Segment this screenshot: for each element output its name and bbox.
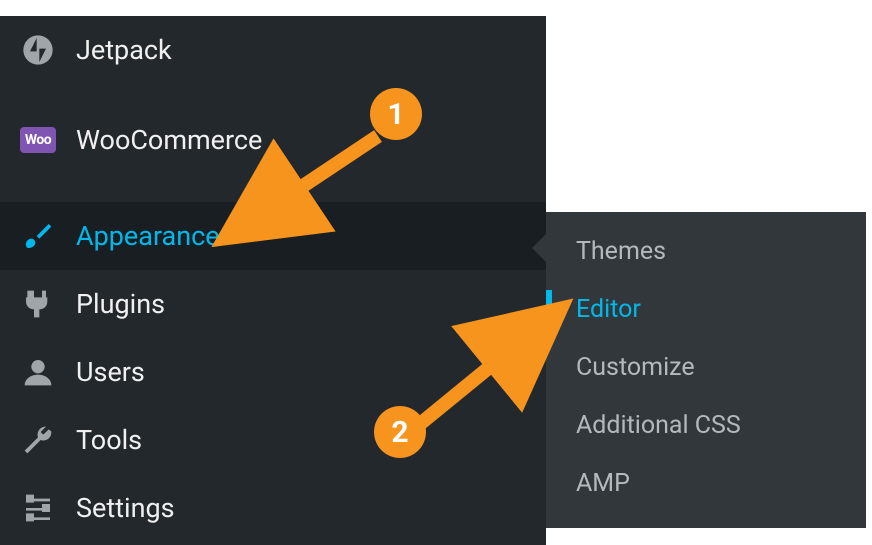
sidebar-item-label: Settings: [76, 492, 175, 524]
user-icon: [20, 354, 56, 390]
submenu-item-amp[interactable]: AMP: [546, 454, 866, 512]
sliders-icon: [20, 490, 56, 526]
admin-sidebar: Jetpack Woo WooCommerce Appearance Plugi…: [0, 16, 546, 545]
submenu-item-editor[interactable]: Editor: [546, 280, 866, 338]
sidebar-item-label: WooCommerce: [76, 124, 262, 156]
appearance-submenu: Themes Editor Customize Additional CSS A…: [546, 212, 866, 528]
submenu-item-label: Customize: [576, 353, 695, 382]
submenu-item-label: Themes: [576, 237, 666, 266]
sidebar-item-label: Users: [76, 356, 145, 388]
submenu-item-themes[interactable]: Themes: [546, 222, 866, 280]
submenu-item-label: Editor: [576, 295, 641, 324]
sidebar-item-woocommerce[interactable]: Woo WooCommerce: [0, 106, 546, 174]
submenu-item-label: AMP: [576, 469, 630, 498]
sidebar-item-jetpack[interactable]: Jetpack: [0, 16, 546, 84]
submenu-item-additional-css[interactable]: Additional CSS: [546, 396, 866, 454]
wrench-icon: [20, 422, 56, 458]
sidebar-item-label: Plugins: [76, 288, 165, 320]
sidebar-item-settings[interactable]: Settings: [0, 474, 546, 542]
sidebar-item-tools[interactable]: Tools: [0, 406, 546, 474]
submenu-item-label: Additional CSS: [576, 411, 741, 440]
sidebar-item-plugins[interactable]: Plugins: [0, 270, 546, 338]
submenu-item-customize[interactable]: Customize: [546, 338, 866, 396]
sidebar-item-label: Jetpack: [76, 34, 172, 66]
sidebar-item-label: Tools: [76, 424, 142, 456]
woo-icon: Woo: [20, 127, 56, 153]
sidebar-item-users[interactable]: Users: [0, 338, 546, 406]
plug-icon: [20, 286, 56, 322]
sidebar-item-appearance[interactable]: Appearance: [0, 202, 546, 270]
sidebar-item-label: Appearance: [76, 220, 220, 252]
jetpack-icon: [20, 32, 56, 68]
brush-icon: [20, 218, 56, 254]
